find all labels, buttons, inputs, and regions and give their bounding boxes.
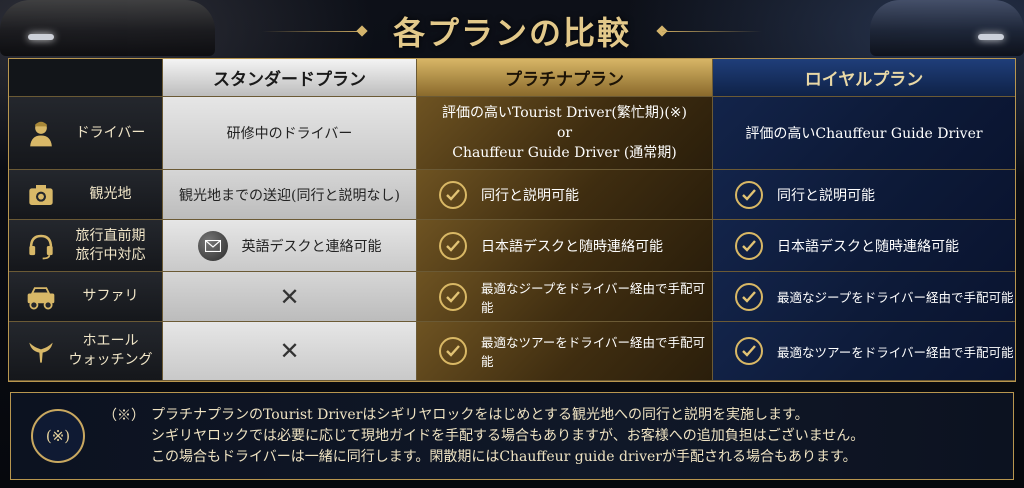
check-icon (439, 231, 467, 260)
row-label-line: ホエール (82, 333, 139, 350)
cell-standard-safari: ✕ (163, 272, 417, 322)
plan-header-platinum: プラチナプラン (417, 59, 713, 97)
check-icon (735, 180, 763, 209)
note-text: プラチナプランのTourist Driverはシギリヤロックをはじめとする観光地… (151, 405, 991, 468)
plan-header-standard: スタンダードプラン (163, 59, 417, 97)
note-mark: （※） (103, 408, 145, 424)
comparison-table: スタンダードプラン プラチナプラン ロイヤルプラン ドライバー 研修中のドライバ… (8, 58, 1016, 382)
jeep-icon (23, 279, 59, 315)
cell-royal-sightseeing: 同行と説明可能 (713, 170, 1015, 220)
cell-platinum-sightseeing: 同行と説明可能 (417, 170, 713, 220)
cell-text: 同行と説明可能 (777, 187, 875, 204)
note-line: プラチナプランのTourist Driverはシギリヤロックをはじめとする観光地… (151, 407, 809, 423)
mail-icon (197, 230, 228, 261)
cell-standard-whale-watching: ✕ (163, 322, 417, 381)
title-divider-right (662, 31, 762, 32)
cell-royal-whale-watching: 最適なツアーをドライバー経由で手配可能 (713, 322, 1015, 381)
cell-text-line: 評価の高いTourist Driver(繁忙期)(※) (442, 104, 687, 121)
row-label: ホエール ウォッチング (59, 332, 162, 370)
header: 各プランの比較 (0, 0, 1024, 58)
note-line: シギリヤロックでは必要に応じて現地ガイドを手配する場合もありますが、お客様への追… (151, 428, 865, 444)
check-icon (439, 282, 467, 311)
cross-icon: ✕ (279, 282, 300, 311)
plan-header-royal: ロイヤルプラン (713, 59, 1015, 97)
cell-text: 最適なツアーをドライバー経由で手配可能 (481, 335, 706, 369)
row-label: ドライバー (75, 124, 146, 141)
check-icon (439, 337, 467, 365)
whale-tail-icon (23, 333, 59, 369)
page-title: 各プランの比較 (392, 14, 631, 52)
cell-standard-support: 英語デスクと連絡可能 (163, 220, 417, 272)
cell-text: 最適なジープをドライバー経由で手配可能 (777, 290, 1014, 305)
cell-text-line: or (556, 124, 573, 141)
note-line: この場合もドライバーは一緒に同行します。閑散期にはChauffeur guide… (151, 449, 857, 465)
cross-icon: ✕ (279, 337, 300, 365)
row-label-line: 旅行中対応 (75, 246, 146, 263)
camera-icon (23, 177, 59, 213)
cell-text: 評価の高いChauffeur Guide Driver (745, 126, 983, 142)
cell-platinum-driver: 評価の高いTourist Driver(繁忙期)(※) or Chauffeur… (417, 97, 713, 170)
table-corner (9, 59, 163, 97)
cell-royal-support: 日本語デスクと随時連絡可能 (713, 220, 1015, 272)
cell-text: 最適なジープをドライバー経由で手配可能 (481, 280, 706, 315)
cell-text: 最適なツアーをドライバー経由で手配可能 (777, 344, 1014, 360)
row-label-line: ウォッチング (68, 352, 153, 368)
check-icon (439, 180, 467, 209)
row-label: サファリ (82, 288, 139, 305)
cell-text: 日本語デスクと随時連絡可能 (481, 238, 663, 255)
row-label: 旅行直前期 旅行中対応 (59, 227, 162, 265)
headset-icon (23, 228, 59, 264)
row-header-whale-watching: ホエール ウォッチング (9, 322, 163, 381)
row-header-sightseeing: 観光地 (9, 170, 163, 220)
cell-text: 日本語デスクと随時連絡可能 (777, 238, 959, 255)
row-header-support: 旅行直前期 旅行中対応 (9, 220, 163, 272)
footnote-box: (※) （※） プラチナプランのTourist Driverはシギリヤロックをは… (10, 392, 1014, 480)
cell-text: 英語デスクと連絡可能 (241, 238, 382, 255)
cell-platinum-safari: 最適なジープをドライバー経由で手配可能 (417, 272, 713, 322)
cell-text: 同行と説明可能 (481, 187, 579, 204)
cell-text-line: Chauffeur Guide Driver (通常期) (452, 145, 677, 162)
note-badge: (※) (31, 409, 85, 463)
row-header-safari: サファリ (9, 272, 163, 322)
cell-standard-sightseeing: 観光地までの送迎(同行と説明なし) (163, 170, 417, 220)
row-label-line: 旅行直前期 (75, 227, 146, 244)
cell-standard-driver: 研修中のドライバー (163, 97, 417, 170)
cell-text: 研修中のドライバー (226, 126, 353, 142)
cell-text: 観光地までの送迎(同行と説明なし) (179, 187, 400, 204)
row-header-driver: ドライバー (9, 97, 163, 170)
cell-royal-driver: 評価の高いChauffeur Guide Driver (713, 97, 1015, 170)
cell-platinum-support: 日本語デスクと随時連絡可能 (417, 220, 713, 272)
check-icon (735, 337, 763, 365)
cell-royal-safari: 最適なジープをドライバー経由で手配可能 (713, 272, 1015, 322)
driver-icon (23, 115, 59, 151)
check-icon (735, 231, 763, 260)
check-icon (735, 282, 763, 311)
row-label: 観光地 (89, 186, 132, 203)
cell-platinum-whale-watching: 最適なツアーをドライバー経由で手配可能 (417, 322, 713, 381)
